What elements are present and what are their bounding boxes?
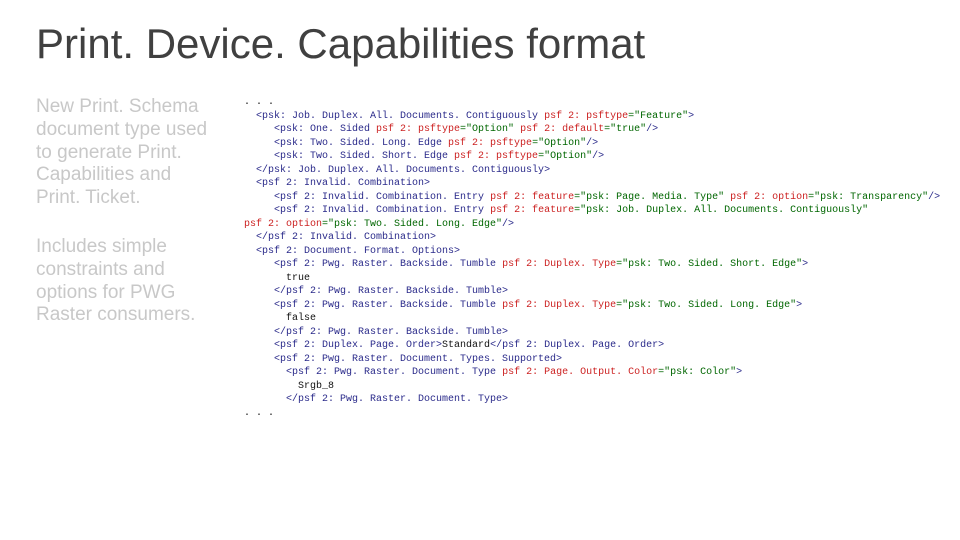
code-val: ="Feature": [628, 111, 688, 122]
code-attr: psf 2: option: [724, 192, 808, 203]
code-val: ="Option": [538, 151, 592, 162]
code-tag: </psf 2: Invalid. Combination>: [256, 232, 436, 243]
code-val: ="psk: Two. Sided. Long. Edge": [322, 219, 502, 230]
code-tag: >: [688, 111, 694, 122]
code-tag: <psf 2: Document. Format. Options>: [256, 246, 460, 257]
code-val: ="true": [604, 124, 646, 135]
code-tag: >: [796, 300, 802, 311]
code-tag: />: [586, 138, 598, 149]
code-tag: <psk: Two. Sided. Long. Edge: [274, 138, 442, 149]
code-tag: <psf 2: Pwg. Raster. Document. Types. Su…: [274, 354, 562, 365]
code-text: false: [286, 313, 316, 324]
code-tag: <psk: Two. Sided. Short. Edge: [274, 151, 448, 162]
slide: Print. Device. Capabilities format New P…: [0, 0, 960, 540]
code-tag: <psf 2: Invalid. Combination>: [256, 178, 430, 189]
code-attr: psf 2: feature: [484, 192, 574, 203]
left-column: New Print. Schema document type used to …: [36, 96, 216, 420]
code-tag: >: [802, 259, 808, 270]
code-tag: <psk: One. Sided: [274, 124, 370, 135]
code-attr: psf 2: option: [244, 219, 322, 230]
code-tag: <psk: Job. Duplex. All. Documents. Conti…: [256, 111, 538, 122]
code-tag: </psf 2: Pwg. Raster. Backside. Tumble>: [274, 327, 508, 338]
code-line: . . .: [244, 408, 274, 419]
code-val: ="psk: Transparency": [808, 192, 928, 203]
code-val: ="psk: Two. Sided. Long. Edge": [616, 300, 796, 311]
code-tag: </psf 2: Duplex. Page. Order>: [490, 340, 664, 351]
code-tag: <psf 2: Pwg. Raster. Document. Type: [286, 367, 496, 378]
code-text: true: [286, 273, 310, 284]
code-tag: <psf 2: Invalid. Combination. Entry: [274, 205, 484, 216]
code-tag: />: [928, 192, 940, 203]
code-val: ="psk: Color": [658, 367, 736, 378]
code-tag: </psf 2: Pwg. Raster. Document. Type>: [286, 394, 508, 405]
code-block: . . . <psk: Job. Duplex. All. Documents.…: [244, 96, 940, 420]
code-tag: <psf 2: Pwg. Raster. Backside. Tumble: [274, 259, 496, 270]
code-attr: psf 2: psftype: [370, 124, 460, 135]
code-text: Srgb_8: [298, 381, 334, 392]
code-line: . . .: [244, 97, 274, 108]
code-val: ="Option": [532, 138, 586, 149]
code-attr: psf 2: psftype: [442, 138, 532, 149]
code-tag: <psf 2: Invalid. Combination. Entry: [274, 192, 484, 203]
code-tag: />: [502, 219, 514, 230]
paragraph-2: Includes simple constraints and options …: [36, 236, 216, 327]
code-attr: psf 2: default: [514, 124, 604, 135]
code-tag: </psk: Job. Duplex. All. Documents. Cont…: [256, 165, 550, 176]
code-val: ="Option": [460, 124, 514, 135]
code-tag: >: [736, 367, 742, 378]
code-val: ="psk: Page. Media. Type": [574, 192, 724, 203]
code-attr: psf 2: psftype: [448, 151, 538, 162]
code-text: Standard: [442, 340, 490, 351]
code-tag: />: [646, 124, 658, 135]
code-attr: psf 2: psftype: [538, 111, 628, 122]
code-tag: <psf 2: Pwg. Raster. Backside. Tumble: [274, 300, 496, 311]
code-val: ="psk: Two. Sided. Short. Edge": [616, 259, 802, 270]
paragraph-1: New Print. Schema document type used to …: [36, 96, 216, 210]
code-attr: psf 2: Duplex. Type: [496, 259, 616, 270]
code-tag: <psf 2: Duplex. Page. Order>: [274, 340, 442, 351]
code-attr: psf 2: Page. Output. Color: [496, 367, 658, 378]
code-val: ="psk: Job. Duplex. All. Documents. Cont…: [574, 205, 868, 216]
code-attr: psf 2: Duplex. Type: [496, 300, 616, 311]
code-tag: />: [592, 151, 604, 162]
page-title: Print. Device. Capabilities format: [36, 20, 924, 68]
code-attr: psf 2: feature: [484, 205, 574, 216]
code-tag: </psf 2: Pwg. Raster. Backside. Tumble>: [274, 286, 508, 297]
body: New Print. Schema document type used to …: [36, 96, 924, 420]
